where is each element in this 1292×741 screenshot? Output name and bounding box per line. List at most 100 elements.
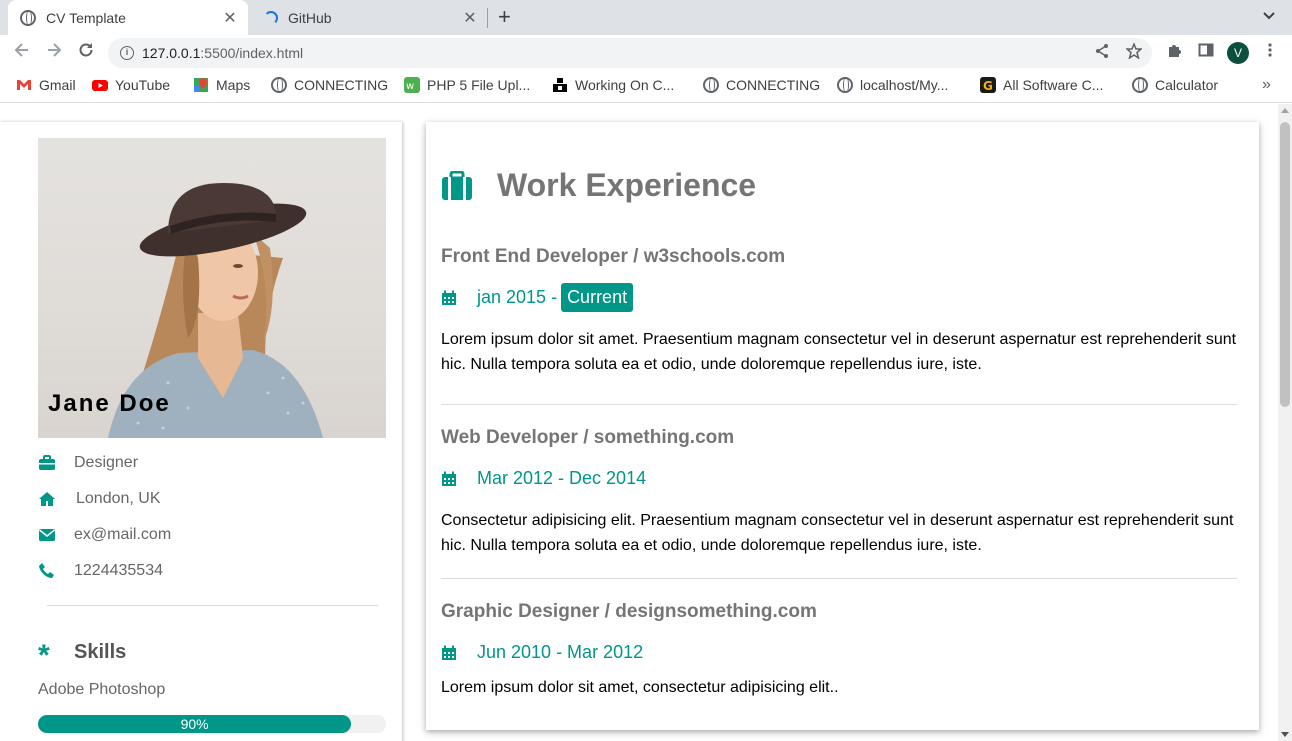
tab-strip: CV Template ✕ GitHub ✕ +	[0, 0, 1292, 35]
globe-icon	[1132, 77, 1148, 93]
extensions-puzzle-icon[interactable]	[1166, 42, 1182, 63]
youtube-icon	[92, 80, 108, 91]
bookmark-star-icon[interactable]	[1125, 41, 1143, 64]
bookmark-connecting-2[interactable]: CONNECTING	[703, 77, 820, 93]
bookmark-connecting[interactable]: CONNECTING	[271, 77, 388, 93]
back-arrow-icon[interactable]	[10, 41, 34, 64]
job-description: Consectetur adipisicing elit. Praesentiu…	[441, 512, 1234, 554]
email-text: ex@mail.com	[74, 526, 172, 543]
role-text: Designer	[74, 454, 139, 471]
maps-icon	[194, 78, 208, 92]
suitcase-icon	[442, 170, 472, 200]
globe-icon	[20, 9, 36, 26]
calendar-icon	[442, 645, 456, 660]
skills-heading: * Skills	[38, 638, 127, 671]
profile-avatar[interactable]: V	[1227, 42, 1249, 64]
job-date-row: Jun 2010 - Mar 2012	[441, 642, 1237, 663]
phone-text: 1224435534	[74, 562, 163, 579]
globe-icon	[703, 77, 719, 93]
bookmark-all-software[interactable]: G All Software C...	[980, 77, 1103, 93]
job-title: Web Developer / something.com	[441, 427, 735, 448]
location-row: London, UK	[38, 490, 161, 508]
bookmark-label: Working On C...	[575, 77, 675, 93]
bookmark-gmail[interactable]: Gmail	[16, 77, 76, 93]
w3schools-icon: w	[404, 77, 420, 93]
job-description: Lorem ipsum dolor sit amet, consectetur …	[441, 679, 839, 696]
gmail-icon	[17, 80, 31, 90]
bookmark-working-on[interactable]: Working On C...	[552, 77, 674, 93]
forward-arrow-icon[interactable]	[42, 41, 66, 64]
svg-text:G: G	[983, 79, 993, 93]
tab-separator	[487, 8, 488, 28]
kebab-menu-icon[interactable]	[1262, 42, 1278, 63]
site-info-icon[interactable]: i	[120, 46, 134, 60]
bookmark-label: PHP 5 File Upl...	[427, 77, 531, 93]
bookmark-label: Maps	[216, 77, 251, 93]
job-entry: Graphic Designer / designsomething.com J…	[441, 601, 1237, 700]
close-icon[interactable]: ✕	[458, 8, 482, 28]
bookmark-label: Calculator	[1155, 77, 1219, 93]
job-title: Graphic Designer / designsomething.com	[441, 601, 817, 622]
calendar-icon	[442, 471, 456, 486]
skill-progress-bar: 90%	[38, 715, 386, 733]
work-experience-card: Work Experience Front End Developer / w3…	[426, 122, 1259, 730]
current-badge: Current	[561, 283, 634, 312]
site-icon	[553, 78, 567, 92]
scroll-up-arrow-icon[interactable]	[1281, 108, 1289, 113]
bookmark-localhost[interactable]: localhost/My...	[837, 77, 948, 93]
tab-search-chevron-icon[interactable]	[1262, 8, 1276, 24]
tab-cv-template[interactable]: CV Template ✕	[8, 0, 248, 35]
skill-progress-fill: 90%	[38, 715, 352, 733]
job-title: Front End Developer / w3schools.com	[441, 246, 786, 267]
new-tab-button[interactable]: +	[498, 5, 511, 29]
profile-card: Jane Doe Designer London, UK ex@mail.com…	[0, 122, 402, 741]
share-icon[interactable]	[1094, 43, 1110, 64]
bookmark-label: Gmail	[39, 77, 76, 93]
location-text: London, UK	[76, 490, 161, 507]
url-host: 127.0.0.1	[142, 45, 201, 61]
bookmark-maps[interactable]: Maps	[193, 77, 250, 93]
job-date: Mar 2012 - Dec 2014	[477, 468, 647, 488]
job-date-row: Mar 2012 - Dec 2014	[441, 468, 1237, 489]
work-experience-title: Work Experience	[497, 167, 757, 203]
bookmark-label: All Software C...	[1003, 77, 1104, 93]
skill-name: Adobe Photoshop	[38, 681, 166, 698]
scrollbar-thumb[interactable]	[1280, 122, 1290, 407]
phone-icon	[39, 563, 54, 578]
scroll-down-arrow-icon[interactable]	[1281, 732, 1289, 737]
address-bar[interactable]: i 127.0.0.1:5500/index.html	[108, 38, 1152, 68]
page-scrollbar[interactable]	[1278, 104, 1292, 741]
bookmark-label: localhost/My...	[860, 77, 949, 93]
tab-title: CV Template	[46, 9, 126, 26]
tab-github[interactable]: GitHub ✕	[256, 0, 488, 35]
globe-icon	[837, 77, 853, 93]
bookmark-label: CONNECTING	[726, 77, 821, 93]
role-row: Designer	[38, 454, 138, 472]
job-entry: Web Developer / something.com Mar 2012 -…	[441, 427, 1237, 558]
reload-icon[interactable]	[74, 41, 98, 64]
job-date-row: jan 2015 - Current	[441, 283, 1237, 312]
email-row: ex@mail.com	[38, 526, 171, 544]
job-divider	[441, 578, 1237, 579]
job-description: Lorem ipsum dolor sit amet. Praesentium …	[441, 331, 1237, 373]
job-entry: Front End Developer / w3schools.com jan …	[441, 246, 1237, 377]
briefcase-icon	[39, 455, 55, 470]
work-experience-heading: Work Experience	[441, 167, 756, 204]
job-date: jan 2015 -	[477, 287, 558, 307]
close-icon[interactable]: ✕	[218, 8, 242, 28]
side-panel-icon[interactable]	[1198, 42, 1214, 63]
bookmark-label: YouTube	[115, 77, 171, 93]
cv-page: Jane Doe Designer London, UK ex@mail.com…	[0, 104, 1278, 741]
skills-title: Skills	[74, 640, 127, 663]
bookmarks-overflow-chevron-icon[interactable]: »	[1262, 76, 1271, 94]
globe-icon	[271, 77, 287, 93]
tab-title: GitHub	[288, 9, 332, 26]
bookmark-label: CONNECTING	[294, 77, 389, 93]
calendar-icon	[442, 290, 456, 305]
bookmark-youtube[interactable]: YouTube	[92, 77, 170, 93]
envelope-icon	[39, 529, 55, 541]
svg-text:w: w	[406, 81, 414, 92]
bookmark-php-upload[interactable]: w PHP 5 File Upl...	[404, 77, 530, 93]
bookmark-calculator[interactable]: Calculator	[1132, 77, 1218, 93]
profile-photo: Jane Doe	[38, 138, 386, 438]
